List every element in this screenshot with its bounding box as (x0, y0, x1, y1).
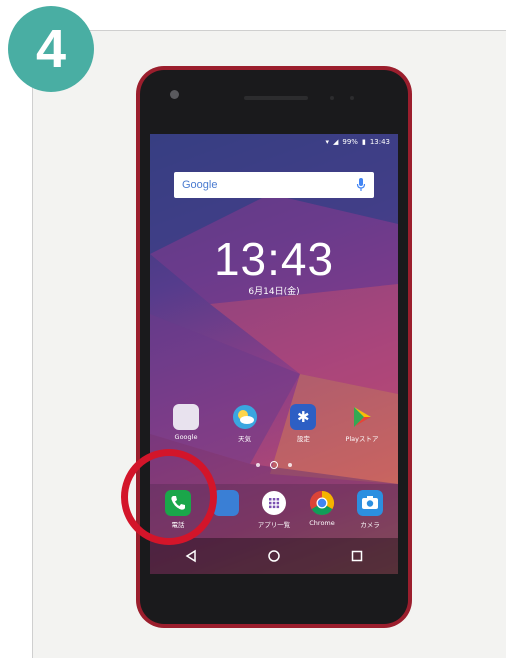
weather-icon (232, 405, 257, 429)
chrome-icon (309, 491, 335, 516)
google-folder-icon (173, 404, 199, 430)
light-sensor (350, 96, 354, 100)
app-drawer-icon (262, 491, 286, 515)
back-button-icon[interactable] (184, 549, 198, 563)
navigation-bar (150, 538, 398, 574)
play-store-icon (353, 407, 371, 427)
app-google-folder[interactable]: Google (160, 404, 212, 443)
app-label: Google (174, 433, 198, 441)
clock-widget-time[interactable]: 13:43 (150, 232, 398, 286)
status-time: 13:43 (369, 138, 390, 146)
front-camera (170, 90, 179, 99)
app-label: Chrome (309, 519, 335, 527)
app-settings[interactable]: ✱ 設定 (277, 404, 329, 443)
app-drawer[interactable]: アプリ一覧 (252, 490, 296, 529)
step-number-badge: 4 (8, 6, 94, 92)
proximity-sensor (330, 96, 334, 100)
app-label: 設定 (296, 435, 310, 443)
app-chrome[interactable]: Chrome (300, 490, 344, 529)
page-dot (256, 463, 260, 467)
battery-percent: 99% (342, 138, 358, 146)
recents-button-icon[interactable] (350, 549, 364, 563)
wifi-icon: ▾ (325, 138, 329, 146)
status-bar: ▾ ◢ 99% ▮ 13:43 (150, 134, 398, 150)
app-camera[interactable]: カメラ (348, 490, 392, 529)
app-label: カメラ (360, 521, 380, 529)
highlight-circle (121, 449, 217, 545)
app-play-store[interactable]: Playストア (336, 404, 388, 443)
home-app-row: Google 天気 ✱ 設定 Playストア (160, 404, 388, 443)
settings-icon: ✱ (290, 404, 317, 430)
page-dot (288, 463, 292, 467)
signal-icon: ◢ (333, 138, 339, 146)
app-label: Playストア (345, 435, 379, 443)
battery-icon: ▮ (361, 138, 366, 146)
home-button-icon[interactable] (267, 549, 281, 563)
app-label: 天気 (238, 435, 252, 443)
google-logo: Google (182, 179, 218, 191)
app-label: アプリ一覧 (257, 521, 291, 529)
page-dot-current (270, 461, 278, 469)
camera-icon (357, 490, 383, 516)
google-search-bar[interactable]: Google (174, 172, 374, 198)
earpiece-speaker (244, 96, 308, 100)
clock-widget-date: 6月14日(金) (248, 287, 300, 297)
microphone-icon[interactable] (356, 178, 366, 192)
app-weather[interactable]: 天気 (219, 404, 271, 443)
